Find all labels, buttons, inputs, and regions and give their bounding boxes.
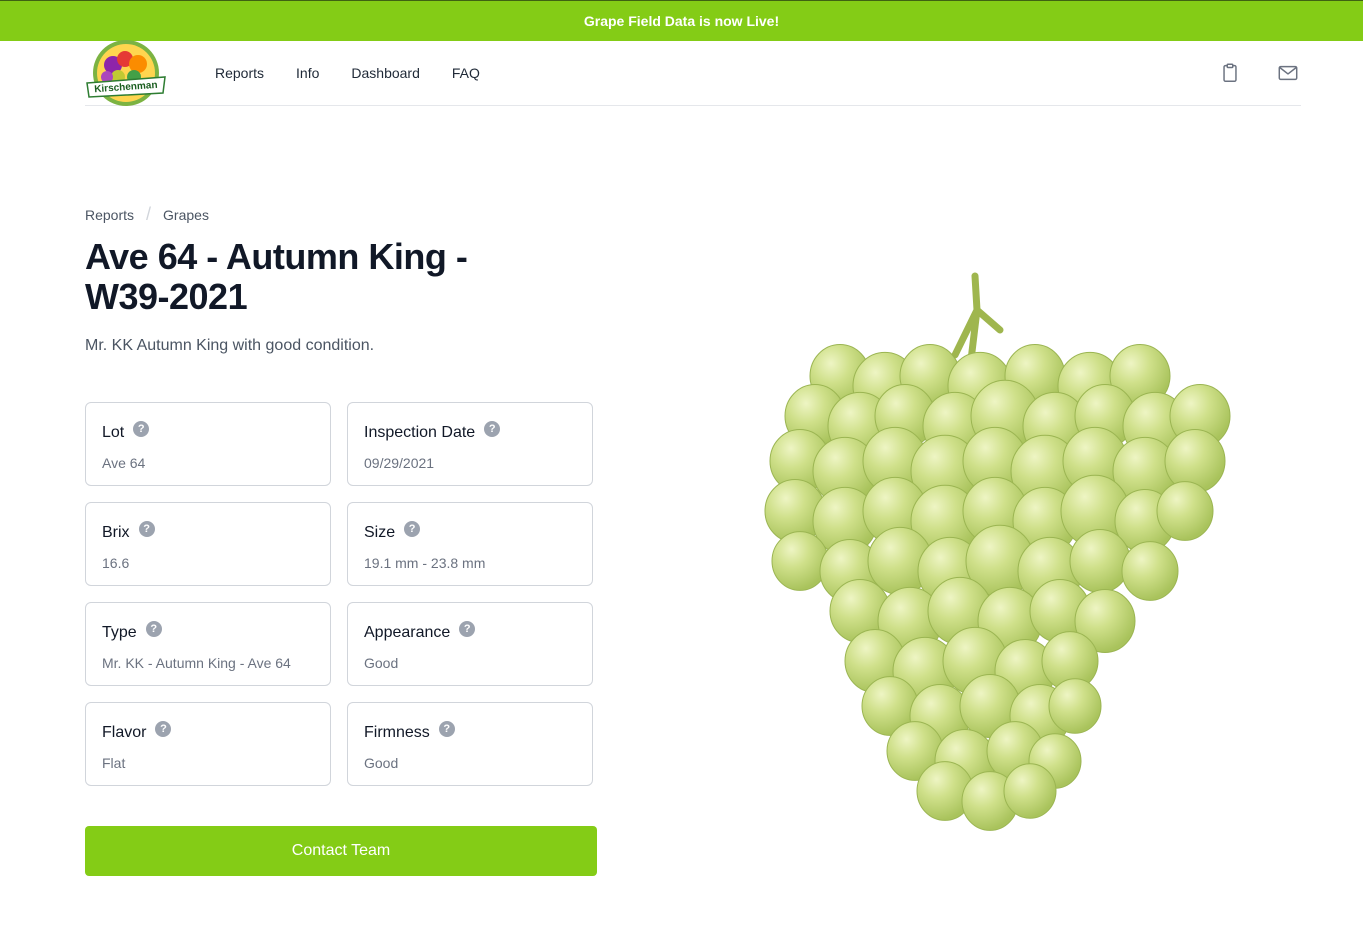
help-icon[interactable]: ? <box>438 721 455 737</box>
announcement-banner: Grape Field Data is now Live! <box>0 0 1363 41</box>
nav-dashboard[interactable]: Dashboard <box>335 65 436 81</box>
detail-card-type: Type? Mr. KK - Autumn King - Ave 64 <box>85 602 331 686</box>
card-value: Good <box>364 755 399 771</box>
help-icon[interactable]: ? <box>155 721 172 737</box>
clipboard-icon[interactable] <box>1219 62 1241 84</box>
card-label: Inspection Date <box>364 424 476 441</box>
card-value: Mr. KK - Autumn King - Ave 64 <box>102 655 291 671</box>
contact-team-button[interactable]: Contact Team <box>85 826 597 876</box>
card-label: Brix <box>102 524 130 541</box>
nav-faq[interactable]: FAQ <box>436 65 496 81</box>
kirschenman-logo[interactable]: Kirschenman <box>85 39 167 109</box>
report-description: Mr. KK Autumn King with good condition. <box>85 337 375 354</box>
page-title: Ave 64 - Autumn King - W39-2021 <box>85 236 468 317</box>
card-label: Firmness <box>364 724 430 741</box>
help-icon[interactable]: ? <box>145 621 162 637</box>
card-value: 19.1 mm - 23.8 mm <box>364 555 486 571</box>
nav-links: Reports Info Dashboard FAQ <box>199 65 496 81</box>
card-value: Flat <box>102 755 126 771</box>
nav-reports[interactable]: Reports <box>199 65 280 81</box>
detail-card-flavor: Flavor? Flat <box>85 702 331 786</box>
card-value: Ave 64 <box>102 455 146 471</box>
mail-icon[interactable] <box>1277 62 1299 84</box>
grape-berry <box>1003 763 1057 819</box>
detail-card-size: Size? 19.1 mm - 23.8 mm <box>347 502 593 586</box>
detail-card-appearance: Appearance? Good <box>347 602 593 686</box>
card-value: 09/29/2021 <box>364 455 435 471</box>
nav-icons <box>1219 62 1299 84</box>
card-value: 16.6 <box>102 555 130 571</box>
card-label: Appearance <box>364 624 451 641</box>
detail-card-firmness: Firmness? Good <box>347 702 593 786</box>
detail-cards: Lot? Ave 64 Inspection Date? 09/29/2021 … <box>85 402 593 786</box>
card-label: Flavor <box>102 724 147 741</box>
grape-berry <box>771 531 829 591</box>
help-icon[interactable]: ? <box>484 421 501 437</box>
grape-berry <box>1121 541 1179 601</box>
breadcrumb-reports[interactable]: Reports <box>85 207 134 223</box>
banner-text: Grape Field Data is now Live! <box>583 13 780 29</box>
grape-bunch-image <box>755 270 1255 845</box>
help-icon[interactable]: ? <box>138 521 155 537</box>
card-value: Good <box>364 655 399 671</box>
grape-berry <box>1069 529 1131 593</box>
card-label: Lot <box>102 424 125 441</box>
breadcrumb-grapes[interactable]: Grapes <box>163 207 209 223</box>
card-label: Type <box>102 624 137 641</box>
breadcrumb-separator: / <box>146 204 152 224</box>
breadcrumb: Reports / Grapes <box>85 204 209 225</box>
detail-card-inspection-date: Inspection Date? 09/29/2021 <box>347 402 593 486</box>
detail-card-lot: Lot? Ave 64 <box>85 402 331 486</box>
card-label: Size <box>364 524 396 541</box>
grape-berry <box>1048 678 1102 734</box>
top-navbar: Kirschenman Reports Info Dashboard FAQ <box>85 39 1301 109</box>
grape-berry <box>1156 481 1214 541</box>
nav-info[interactable]: Info <box>280 65 335 81</box>
detail-card-brix: Brix? 16.6 <box>85 502 331 586</box>
help-icon[interactable]: ? <box>404 521 421 537</box>
help-icon[interactable]: ? <box>459 621 476 637</box>
help-icon[interactable]: ? <box>133 421 150 437</box>
